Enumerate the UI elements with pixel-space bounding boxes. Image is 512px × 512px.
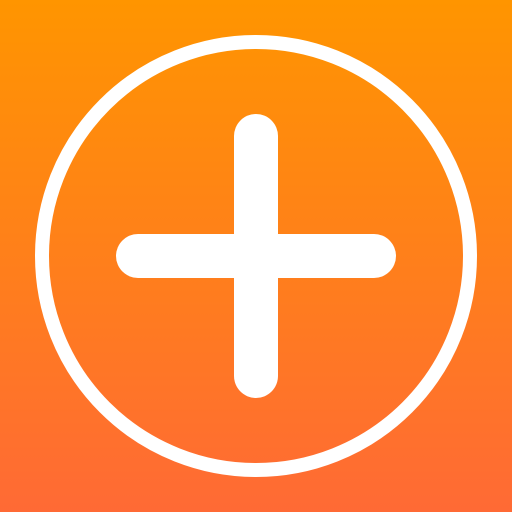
app-icon[interactable] — [0, 0, 512, 512]
add-icon — [35, 35, 477, 477]
